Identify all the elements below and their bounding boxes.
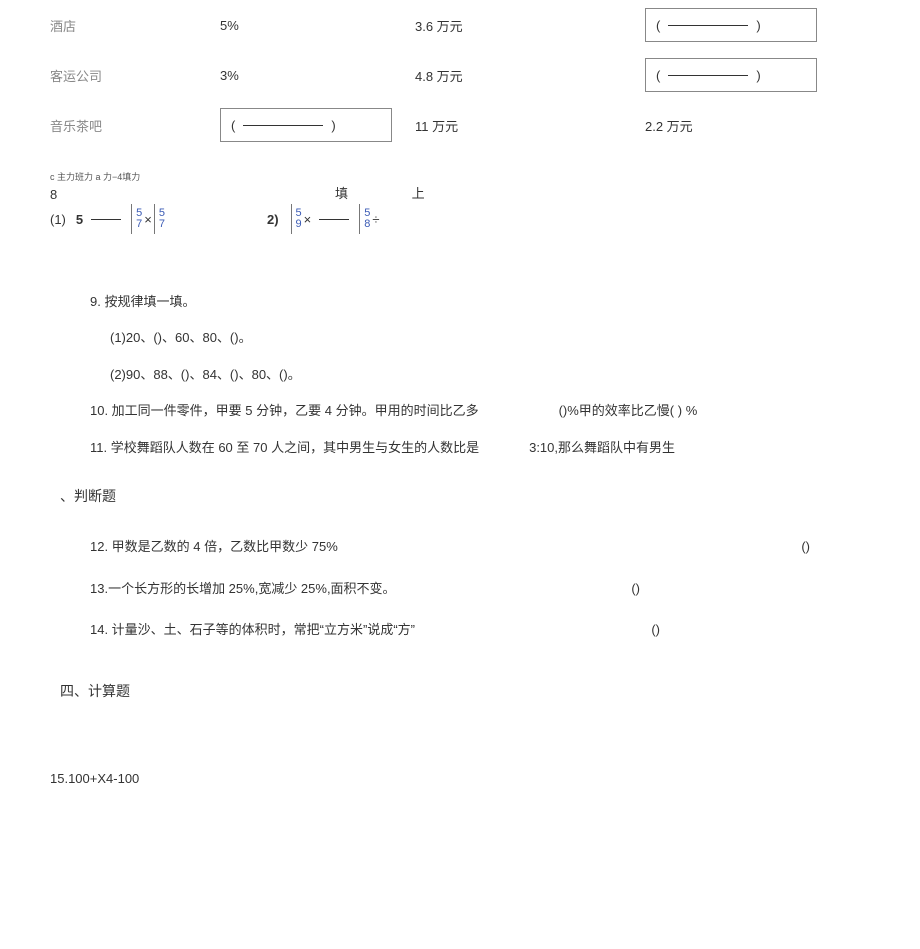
- q14-mark: (): [651, 609, 660, 651]
- value-tea: 2.2 万元: [645, 116, 865, 135]
- fraction-1b: 5 7: [159, 208, 165, 230]
- q13-mark: (): [631, 568, 640, 610]
- q11-left: 11. 学校舞蹈队人数在 60 至 70 人之间，其中男生与女生的人数比是: [90, 430, 479, 466]
- blank-line: [668, 25, 748, 26]
- q8-five: 5: [76, 212, 83, 227]
- input-hotel[interactable]: ( ): [645, 8, 817, 42]
- blank-line: [668, 75, 748, 76]
- blank: [91, 219, 121, 220]
- blank-line: [243, 125, 323, 126]
- q8-tiny: c 主力班力 a 力−4填力: [50, 170, 920, 183]
- judge-heading: 、判断题: [60, 486, 920, 506]
- q8-number: 8: [50, 187, 335, 202]
- bar-icon: [131, 204, 132, 234]
- q11-right: 3:10,那么舞蹈队中有男生: [529, 430, 675, 466]
- q9-title: 9. 按规律填一填。: [90, 284, 920, 320]
- input-tea[interactable]: ( ): [220, 108, 392, 142]
- bar-icon: [154, 204, 155, 234]
- amount-bus: 4.8 万元: [415, 66, 645, 85]
- q8-fill-1: 填: [335, 186, 378, 201]
- table-row-bus: 客运公司 3% 4.8 万元 ( ): [50, 50, 920, 100]
- q10-left: 10. 加工同一件零件，甲要 5 分钟，乙要 4 分钟。甲用的时间比乙多: [90, 393, 479, 429]
- formula-1: 5 5 7 × 5 7: [76, 204, 167, 234]
- table-row-tea: 音乐茶吧 ( ) 11 万元 2.2 万元: [50, 100, 920, 150]
- table-row-hotel: 酒店 5% 3.6 万元 ( ): [50, 0, 920, 50]
- fraction-1a: 5 7: [136, 208, 142, 230]
- calc-heading: 四、计算题: [60, 681, 920, 701]
- q9-sub2: (2)90、88、()、84、()、80、()。: [110, 357, 920, 393]
- input-bus[interactable]: ( ): [645, 58, 817, 92]
- rate-hotel: 5%: [220, 18, 415, 33]
- q13-text: 13.一个长方形的长增加 25%,宽减少 25%,面积不变。: [90, 568, 396, 610]
- q15: 15.100+X4-100: [50, 771, 920, 786]
- q8-formula-row: (1) 5 5 7 × 5 7 2) 5 9 × 5 8 ÷: [50, 204, 920, 234]
- times-1: ×: [144, 212, 152, 227]
- q10-right: ()%甲的效率比乙慢( ) %: [559, 393, 698, 429]
- rate-bus: 3%: [220, 68, 415, 83]
- times-2: ×: [304, 212, 312, 227]
- divide-2: ÷: [372, 212, 379, 227]
- formula-2: 5 9 × 5 8 ÷: [289, 204, 380, 234]
- amount-hotel: 3.6 万元: [415, 16, 645, 35]
- bar-icon: [291, 204, 292, 234]
- fraction-2b: 5 8: [364, 208, 370, 230]
- blank: [319, 219, 349, 220]
- q9-sub1: (1)20、()、60、80、()。: [110, 320, 920, 356]
- fraction-2a: 5 9: [296, 208, 302, 230]
- label-tea: 音乐茶吧: [50, 116, 220, 135]
- q14-text: 14. 计量沙、土、石子等的体积时，常把“立方米”说成“方”: [90, 609, 415, 651]
- label-hotel: 酒店: [50, 16, 220, 35]
- bar-icon: [359, 204, 360, 234]
- q8-item1: (1): [50, 212, 66, 227]
- label-bus: 客运公司: [50, 66, 220, 85]
- q12-mark: (): [801, 526, 810, 568]
- q8-item2: 2): [267, 212, 279, 227]
- q8-fill-2: 上: [412, 186, 455, 201]
- amount-tea: 11 万元: [415, 116, 645, 135]
- q12-text: 12. 甲数是乙数的 4 倍，乙数比甲数少 75%: [90, 526, 338, 568]
